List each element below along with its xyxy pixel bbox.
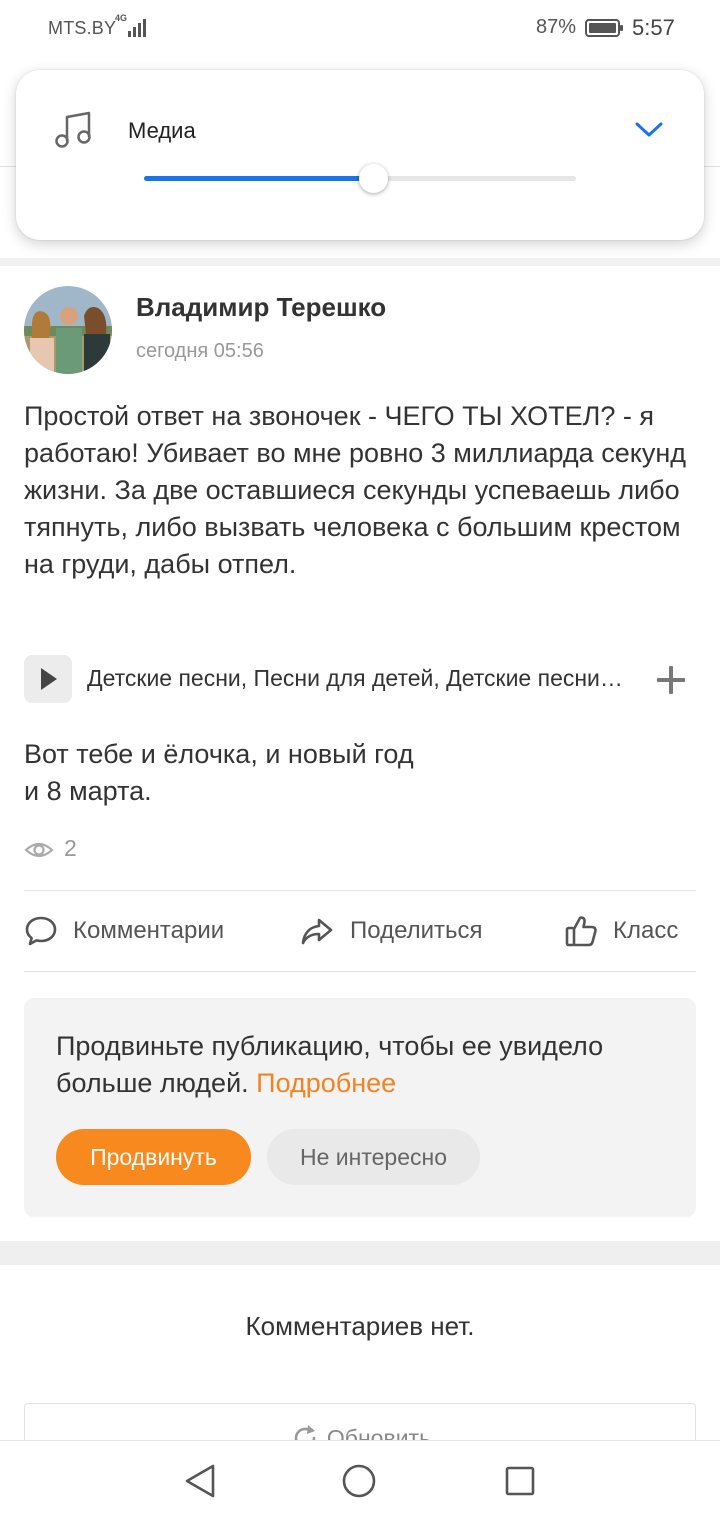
share-button[interactable]: Поделиться [300,910,520,954]
thumbs-up-icon [565,916,597,947]
views-count: 2 [64,835,77,861]
no-comments-text: Комментариев нет. [245,1311,475,1341]
promo-card: Продвиньте публикацию, чтобы ее увидело … [24,998,696,1217]
promote-button[interactable]: Продвинуть [56,1129,251,1185]
post-text-secondary: Вот тебе и ёлочка, и новый год и 8 марта… [24,739,414,806]
section-divider-top [0,258,720,266]
divider [24,890,696,891]
like-label: Класс [613,917,679,944]
eye-icon [24,842,54,858]
status-bar: MTS.BY 4G 87% 5:57 [0,0,720,56]
clock: 5:57 [632,15,675,40]
post-timestamp: сегодня 05:56 [136,340,264,362]
battery-percent: 87% [536,16,577,38]
home-icon[interactable] [341,1463,377,1499]
track-title[interactable]: Детские песни, Песни для детей, Детские … [87,665,627,692]
play-button[interactable] [24,655,72,703]
post-text: Простой ответ на звоночек - ЧЕГО ТЫ ХОТЕ… [24,401,686,579]
add-icon[interactable] [655,664,687,696]
signal-icon [128,19,146,37]
comment-icon [25,916,57,946]
comments-label: Комментарии [73,917,225,944]
author-avatar[interactable] [24,286,112,374]
volume-slider[interactable] [144,164,576,193]
chevron-down-icon[interactable] [634,118,664,140]
volume-slider-thumb[interactable] [358,164,388,193]
share-label: Поделиться [350,917,483,944]
volume-stream-label: Медиа [128,118,196,143]
share-icon [301,918,333,945]
promo-more-link[interactable]: Подробнее [256,1068,396,1098]
author-name[interactable]: Владимир Терешко [136,292,386,323]
volume-slider-fill [144,176,373,181]
navigation-bar [0,1440,720,1520]
volume-panel: Медиа [16,70,704,240]
back-icon[interactable] [183,1463,217,1499]
comments-button[interactable]: Комментарии [24,910,264,954]
music-note-icon[interactable] [52,108,96,152]
section-divider [0,1241,720,1265]
battery-icon [585,19,623,37]
divider [24,971,696,972]
network-type: 4G [115,13,128,23]
play-icon [41,668,57,690]
carrier-name: MTS.BY [48,18,117,38]
promo-text: Продвиньте публикацию, чтобы ее увидело … [56,1028,666,1102]
recents-icon[interactable] [504,1465,536,1497]
like-button[interactable]: Класс [564,910,696,954]
not-interested-button[interactable]: Не интересно [267,1129,480,1185]
